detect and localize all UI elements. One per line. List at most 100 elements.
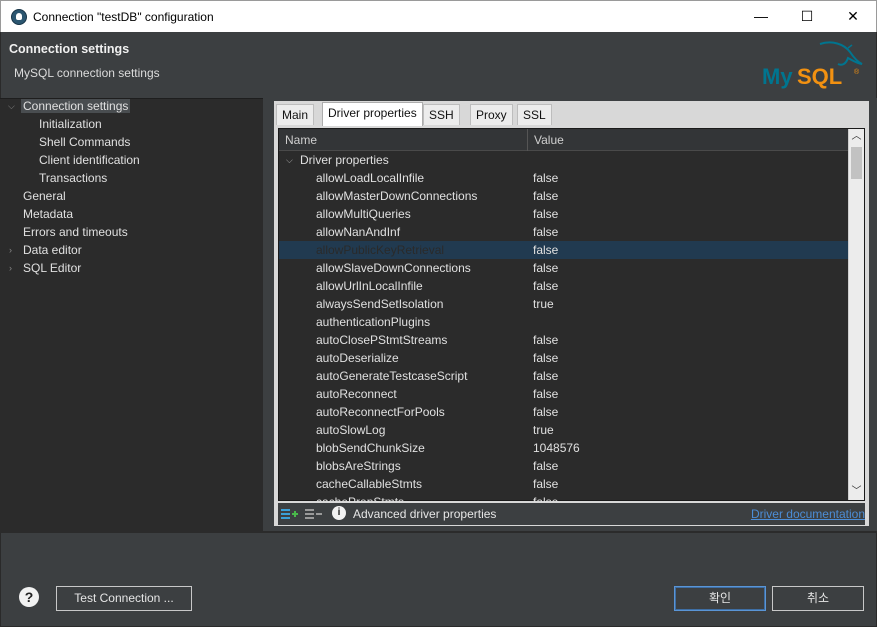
property-value[interactable]: false: [533, 169, 558, 187]
property-value[interactable]: false: [533, 277, 558, 295]
help-icon[interactable]: ?: [19, 587, 39, 607]
property-name: allowSlaveDownConnections: [316, 261, 471, 275]
tree-item-general[interactable]: General: [23, 188, 66, 205]
column-header-value[interactable]: Value: [527, 129, 850, 151]
group-row-driver-properties[interactable]: ⌵ Driver properties: [279, 151, 850, 169]
maximize-button[interactable]: ☐: [784, 1, 830, 32]
scroll-down-icon[interactable]: ﹀: [849, 484, 864, 500]
tab-folder: Main Driver properties SSH Proxy SSL Nam…: [274, 101, 869, 526]
property-value[interactable]: false: [533, 403, 558, 421]
tree-item-sql-editor[interactable]: SQL Editor: [23, 260, 81, 277]
table-row[interactable]: autoReconnectForPools false: [279, 403, 850, 421]
property-name: cacheCallableStmts: [316, 477, 423, 491]
property-value[interactable]: false: [533, 385, 558, 403]
table-row[interactable]: autoDeserialize false: [279, 349, 850, 367]
minimize-button[interactable]: —: [738, 1, 784, 32]
property-value[interactable]: false: [533, 493, 558, 502]
table-row[interactable]: cachePrepStmts false: [279, 493, 850, 502]
collapse-arrow-icon[interactable]: ›: [9, 260, 19, 277]
panel-splitter[interactable]: [263, 98, 272, 531]
property-name: autoReconnectForPools: [316, 405, 445, 419]
property-value[interactable]: false: [533, 349, 558, 367]
table-row[interactable]: allowMasterDownConnections false: [279, 187, 850, 205]
tree-item-initialization[interactable]: Initialization: [39, 116, 102, 133]
property-name: autoClosePStmtStreams: [316, 333, 448, 347]
property-value[interactable]: 1048576: [533, 439, 580, 457]
table-row[interactable]: allowLoadLocalInfile false: [279, 169, 850, 187]
table-toolbar: i Advanced driver properties Driver docu…: [278, 503, 865, 525]
property-value[interactable]: false: [533, 457, 558, 475]
property-value[interactable]: false: [533, 205, 558, 223]
expand-arrow-icon[interactable]: ⌵: [286, 151, 293, 169]
property-name: allowMasterDownConnections: [316, 189, 478, 203]
tab-ssh[interactable]: SSH: [423, 104, 460, 125]
test-connection-label: Test Connection ...: [74, 591, 174, 605]
scrollbar-thumb[interactable]: [851, 147, 862, 179]
table-row[interactable]: cacheCallableStmts false: [279, 475, 850, 493]
table-row[interactable]: authenticationPlugins: [279, 313, 850, 331]
test-connection-button[interactable]: Test Connection ...: [56, 586, 192, 611]
svg-text:My: My: [762, 64, 793, 89]
close-button[interactable]: ✕: [830, 1, 876, 32]
mysql-logo-icon: My SQL ®: [762, 41, 863, 89]
property-name: autoGenerateTestcaseScript: [316, 369, 468, 383]
logo-text: SQL: [797, 64, 842, 89]
table-rows: ⌵ Driver properties allowLoadLocalInfile…: [279, 151, 850, 502]
table-row[interactable]: autoClosePStmtStreams false: [279, 331, 850, 349]
expand-arrow-icon[interactable]: ⌵: [8, 98, 18, 115]
tree-item-connection-settings[interactable]: Connection settings: [21, 98, 131, 115]
tab-ssl[interactable]: SSL: [517, 104, 552, 125]
dialog-header: Connection settings MySQL connection set…: [0, 32, 877, 98]
property-name: autoDeserialize: [316, 351, 399, 365]
header-title: Connection settings: [9, 42, 130, 56]
property-value[interactable]: false: [533, 259, 558, 277]
property-value[interactable]: false: [533, 331, 558, 349]
property-value[interactable]: true: [533, 295, 554, 313]
tab-driver-properties[interactable]: Driver properties: [322, 102, 423, 126]
table-row[interactable]: allowPublicKeyRetrieval false: [279, 241, 850, 259]
table-row[interactable]: blobSendChunkSize 1048576: [279, 439, 850, 457]
tree-item-errors-and-timeouts[interactable]: Errors and timeouts: [23, 224, 128, 241]
property-name: authenticationPlugins: [316, 315, 431, 329]
driver-documentation-link[interactable]: Driver documentation: [751, 507, 865, 521]
settings-content: Main Driver properties SSH Proxy SSL Nam…: [272, 98, 877, 531]
table-row[interactable]: autoSlowLog true: [279, 421, 850, 439]
table-row[interactable]: allowMultiQueries false: [279, 205, 850, 223]
info-icon: i: [332, 506, 346, 520]
property-value[interactable]: false: [533, 223, 558, 241]
column-header-name[interactable]: Name: [279, 129, 527, 151]
tree-item-shell-commands[interactable]: Shell Commands: [39, 134, 130, 151]
property-value[interactable]: true: [533, 421, 554, 439]
property-name: allowPublicKeyRetrieval: [316, 243, 445, 257]
property-value[interactable]: false: [533, 187, 558, 205]
tree-item-client-identification[interactable]: Client identification: [39, 152, 140, 169]
table-row[interactable]: autoGenerateTestcaseScript false: [279, 367, 850, 385]
table-row[interactable]: allowUrlInLocalInfile false: [279, 277, 850, 295]
tab-main[interactable]: Main: [276, 104, 315, 125]
ok-button[interactable]: 확인: [674, 586, 766, 611]
tree-item-transactions[interactable]: Transactions: [39, 170, 107, 187]
cancel-button[interactable]: 취소: [772, 586, 864, 611]
property-name: allowNanAndInf: [316, 225, 401, 239]
table-row[interactable]: alwaysSendSetIsolation true: [279, 295, 850, 313]
property-value[interactable]: false: [533, 241, 558, 259]
table-row[interactable]: autoReconnect false: [279, 385, 850, 403]
vertical-scrollbar[interactable]: ︿ ﹀: [848, 129, 864, 500]
header-subtitle: MySQL connection settings: [14, 66, 160, 80]
property-name: cachePrepStmts: [316, 495, 405, 502]
property-name: blobsAreStrings: [316, 459, 401, 473]
tree-item-metadata[interactable]: Metadata: [23, 206, 73, 223]
tree-item-data-editor[interactable]: Data editor: [23, 242, 82, 259]
remove-property-icon[interactable]: [304, 506, 322, 522]
table-row[interactable]: allowSlaveDownConnections false: [279, 259, 850, 277]
table-row[interactable]: blobsAreStrings false: [279, 457, 850, 475]
table-row[interactable]: allowNanAndInf false: [279, 223, 850, 241]
scroll-up-icon[interactable]: ︿: [849, 129, 864, 145]
property-value[interactable]: false: [533, 475, 558, 493]
add-property-icon[interactable]: [280, 506, 298, 522]
property-value[interactable]: false: [533, 367, 558, 385]
collapse-arrow-icon[interactable]: ›: [9, 242, 19, 259]
property-name: autoSlowLog: [316, 423, 386, 437]
window-titlebar: Connection "testDB" configuration — ☐ ✕: [0, 0, 877, 32]
tab-proxy[interactable]: Proxy: [470, 104, 513, 125]
